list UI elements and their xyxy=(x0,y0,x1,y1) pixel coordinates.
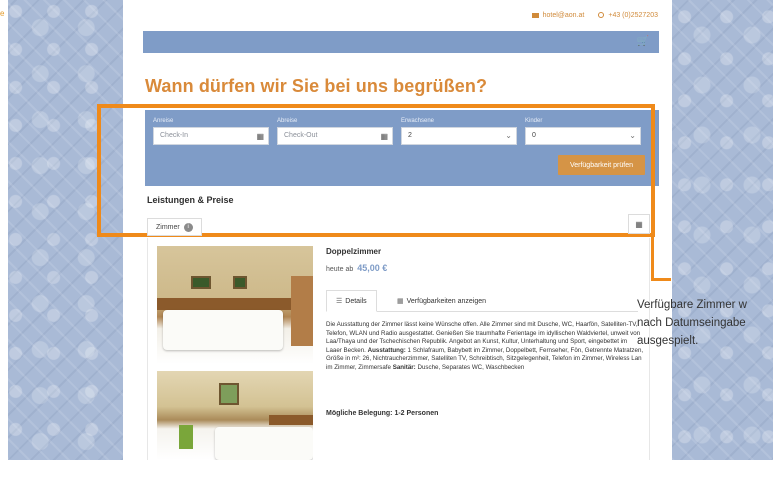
bed xyxy=(163,310,283,350)
annotation-line: nach Datumseingabe xyxy=(637,317,746,329)
room-title[interactable]: Doppelzimmer xyxy=(326,247,381,256)
tab-details-label: Details xyxy=(345,297,367,305)
calendar-icon: ▦ xyxy=(635,219,643,229)
occupancy-text: Mögliche Belegung: 1-2 Personen xyxy=(326,410,439,417)
headboard xyxy=(157,298,313,310)
contact-bar: hotel@aon.at +43 (0)2527203 xyxy=(531,12,658,19)
phone-icon xyxy=(598,12,605,19)
zimmer-label: Zimmer xyxy=(156,223,180,231)
wall-picture xyxy=(219,383,239,405)
price-value: 45,00 € xyxy=(357,263,388,273)
corner-text: e xyxy=(0,9,5,18)
room-description: Die Ausstattung der Zimmer lässt keine W… xyxy=(326,321,644,373)
cart-icon[interactable]: 🛒 xyxy=(637,36,649,47)
room-photo[interactable] xyxy=(157,371,313,460)
page-title: Wann dürfen wir Sie bei uns begrüßen? xyxy=(145,76,488,96)
sanitary-label: Sanitär: xyxy=(392,363,416,371)
background-pattern-right xyxy=(672,0,773,460)
tab-availability-label: Verfügbarkeiten anzeigen xyxy=(406,297,487,305)
tab-availability[interactable]: ▦ Verfügbarkeiten anzeigen xyxy=(388,290,495,312)
price-prefix: heute ab xyxy=(326,266,354,273)
room-photo[interactable] xyxy=(157,246,313,364)
tab-details[interactable]: ☰ Details xyxy=(326,290,377,312)
headboard xyxy=(269,415,313,425)
annotation-line: Verfügbare Zimmer w xyxy=(637,299,747,311)
envelope-icon xyxy=(531,12,539,18)
annotation-callout: Verfügbare Zimmer w nach Datumseingabe a… xyxy=(637,296,773,350)
room-card: Doppelzimmer heute ab 45,00 € ☰ Details … xyxy=(147,238,650,460)
filter-row: Zimmer i ▦ xyxy=(147,214,650,236)
calendar-icon: ▦ xyxy=(397,298,404,305)
chair xyxy=(179,425,193,449)
room-tabs: ☰ Details ▦ Verfügbarkeiten anzeigen xyxy=(326,290,638,312)
info-icon[interactable]: i xyxy=(183,222,193,232)
tab-zimmer[interactable]: Zimmer i xyxy=(147,218,202,236)
bottom-strip xyxy=(0,460,773,488)
equipment-label: Ausstattung: xyxy=(367,346,406,354)
callout-connector xyxy=(651,237,654,281)
calendar-button[interactable]: ▦ xyxy=(628,214,650,234)
room-price: heute ab 45,00 € xyxy=(326,263,387,273)
wall-picture xyxy=(233,276,247,289)
phone-link[interactable]: +43 (0)2527203 xyxy=(598,12,658,19)
navigation-bar: 🛒 xyxy=(143,31,659,53)
email-text: hotel@aon.at xyxy=(542,12,585,19)
phone-text: +43 (0)2527203 xyxy=(608,12,658,19)
annotation-line: ausgespielt. xyxy=(637,335,699,347)
wall-picture xyxy=(191,276,211,289)
wardrobe xyxy=(291,276,313,346)
list-icon: ☰ xyxy=(336,298,343,305)
callout-connector xyxy=(651,278,671,281)
section-title: Leistungen & Preise xyxy=(147,195,234,205)
sanitary-text: Dusche, Separates WC, Waschbecken xyxy=(417,363,525,371)
bed xyxy=(215,427,313,460)
email-link[interactable]: hotel@aon.at xyxy=(531,12,585,19)
